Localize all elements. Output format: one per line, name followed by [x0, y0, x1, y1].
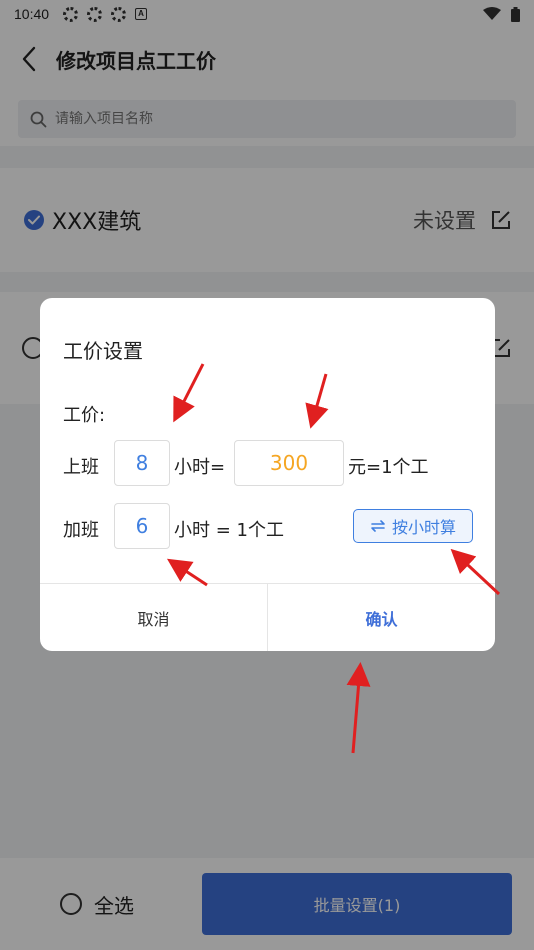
overtime-hours-input[interactable]	[114, 503, 170, 549]
yuan-equals-label: 元=1个工	[348, 457, 429, 478]
dialog-title: 工价设置	[63, 339, 143, 363]
confirm-button[interactable]: 确认	[268, 584, 495, 651]
wage-label: 工价:	[63, 405, 106, 426]
calculate-by-hour-button[interactable]: 按小时算	[353, 509, 473, 543]
swap-icon	[371, 520, 385, 532]
calculate-by-hour-label: 按小时算	[391, 518, 456, 537]
wage-settings-dialog: 工价设置 工价: 上班 小时= 元=1个工 加班 小时 = 1个工 按小时算 取…	[40, 298, 495, 651]
regular-hours-input[interactable]	[114, 440, 170, 486]
wage-amount-input[interactable]	[234, 440, 344, 486]
cancel-button[interactable]: 取消	[40, 584, 267, 651]
regular-shift-label: 上班	[63, 457, 99, 478]
overtime-label: 加班	[63, 520, 99, 541]
overtime-equals-label: 小时 = 1个工	[174, 520, 284, 541]
hours-equals-label: 小时=	[174, 457, 226, 478]
